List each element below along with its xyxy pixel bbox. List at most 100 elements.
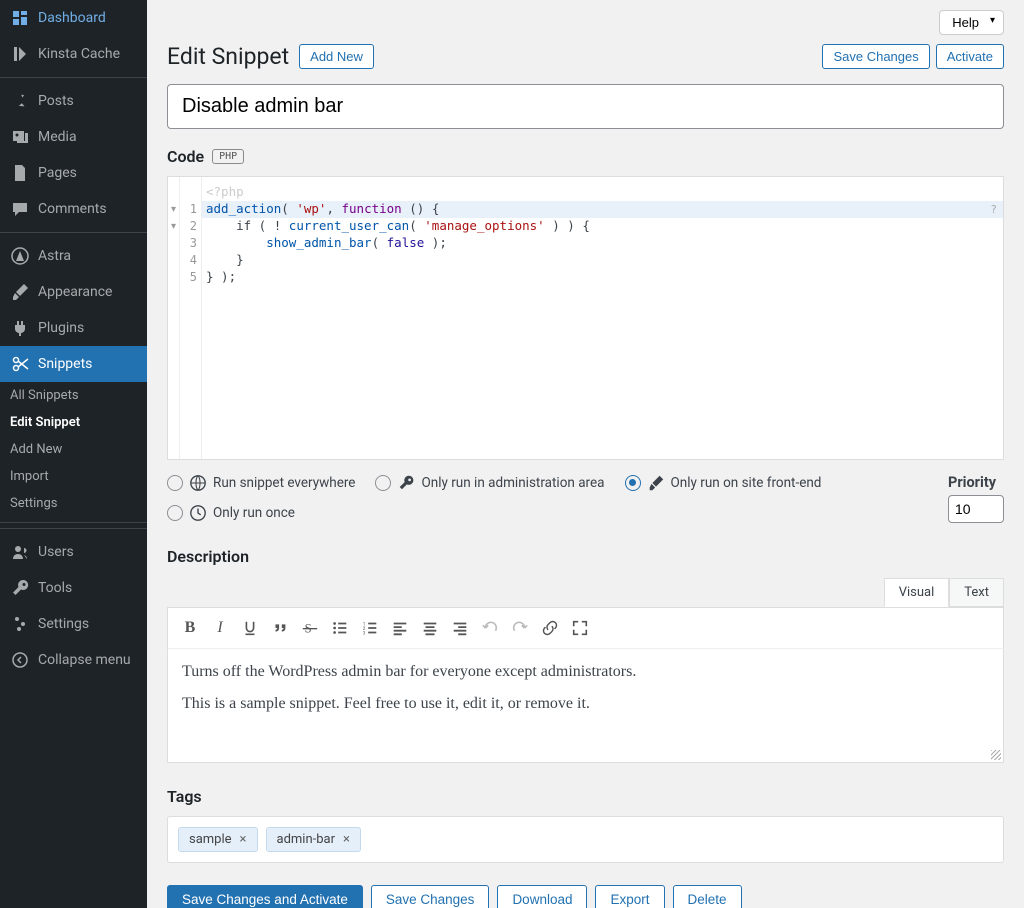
priority-label: Priority bbox=[948, 474, 1004, 491]
menu-item-collapse-menu[interactable]: Collapse menu bbox=[0, 642, 147, 678]
menu-label: Comments bbox=[38, 201, 107, 217]
submenu-item-settings[interactable]: Settings bbox=[0, 490, 147, 517]
scope-label: Only run once bbox=[213, 505, 295, 521]
menu-item-settings[interactable]: Settings bbox=[0, 606, 147, 642]
download-button[interactable]: Download bbox=[497, 885, 587, 908]
remove-tag-icon[interactable]: × bbox=[343, 832, 350, 847]
add-new-button[interactable]: Add New bbox=[299, 44, 374, 69]
priority-input[interactable] bbox=[948, 495, 1004, 523]
plugin-icon bbox=[10, 318, 30, 338]
menu-item-plugins[interactable]: Plugins bbox=[0, 310, 147, 346]
menu-item-media[interactable]: Media bbox=[0, 119, 147, 155]
menu-label: Users bbox=[38, 544, 74, 560]
scope-label: Only run on site front-end bbox=[671, 475, 822, 491]
save-changes-top-button[interactable]: Save Changes bbox=[822, 44, 929, 69]
collapse-icon bbox=[10, 650, 30, 670]
tags-container[interactable]: sample × admin-bar × bbox=[167, 816, 1004, 863]
submenu-item-add-new[interactable]: Add New bbox=[0, 436, 147, 463]
menu-item-dashboard[interactable]: Dashboard bbox=[0, 0, 147, 36]
code-body[interactable]: ? <?php add_action( 'wp', function () { … bbox=[202, 177, 1003, 459]
menu-label: Appearance bbox=[38, 284, 112, 300]
submenu-item-edit-snippet[interactable]: Edit Snippet bbox=[0, 409, 147, 436]
scope-option-only-run-once[interactable]: Only run once bbox=[167, 504, 295, 522]
help-button[interactable]: Help bbox=[939, 10, 1004, 35]
clock-icon bbox=[189, 504, 207, 522]
menu-label: Pages bbox=[38, 165, 77, 181]
menu-item-kinsta-cache[interactable]: Kinsta Cache bbox=[0, 36, 147, 72]
align-center-button[interactable] bbox=[416, 614, 444, 642]
code-section-heading: Code bbox=[167, 147, 204, 166]
menu-label: Collapse menu bbox=[38, 652, 131, 668]
submenu-item-import[interactable]: Import bbox=[0, 463, 147, 490]
code-line-gutter: 12345 bbox=[180, 177, 202, 459]
radio-icon bbox=[625, 475, 641, 491]
pushpin-icon bbox=[10, 91, 30, 111]
menu-label: Snippets bbox=[38, 356, 92, 372]
scope-label: Run snippet everywhere bbox=[213, 475, 355, 491]
page-icon bbox=[10, 163, 30, 183]
menu-label: Media bbox=[38, 129, 77, 145]
settings-icon bbox=[10, 614, 30, 634]
admin-sidebar: Dashboard Kinsta Cache Posts Media Pages Comm… bbox=[0, 0, 147, 908]
strikethrough-button[interactable] bbox=[296, 614, 324, 642]
blockquote-button[interactable] bbox=[266, 614, 294, 642]
comment-icon bbox=[10, 199, 30, 219]
tag-label: admin-bar bbox=[277, 832, 336, 847]
remove-tag-icon[interactable]: × bbox=[240, 832, 247, 847]
main-content: Help Edit Snippet Add New Save Changes A… bbox=[147, 0, 1024, 908]
menu-item-comments[interactable]: Comments bbox=[0, 191, 147, 227]
align-right-button[interactable] bbox=[446, 614, 474, 642]
tab-visual[interactable]: Visual bbox=[884, 578, 950, 607]
redo-button[interactable] bbox=[506, 614, 534, 642]
media-icon bbox=[10, 127, 30, 147]
menu-label: Tools bbox=[38, 580, 72, 596]
wrench-icon bbox=[397, 474, 415, 492]
globe-icon bbox=[189, 474, 207, 492]
delete-button[interactable]: Delete bbox=[673, 885, 742, 908]
menu-label: Plugins bbox=[38, 320, 84, 336]
menu-item-pages[interactable]: Pages bbox=[0, 155, 147, 191]
editor-toolbar: B I bbox=[167, 607, 1004, 649]
language-badge: PHP bbox=[212, 149, 244, 164]
align-left-button[interactable] bbox=[386, 614, 414, 642]
code-fold-gutter: ▾▾ bbox=[168, 177, 180, 459]
fullscreen-button[interactable] bbox=[566, 614, 594, 642]
brush-icon bbox=[647, 474, 665, 492]
scope-option-only-run-on-site-front-end[interactable]: Only run on site front-end bbox=[625, 474, 822, 492]
submenu-item-all-snippets[interactable]: All Snippets bbox=[0, 382, 147, 409]
undo-button[interactable] bbox=[476, 614, 504, 642]
page-title: Edit Snippet bbox=[167, 43, 289, 70]
tab-text[interactable]: Text bbox=[949, 578, 1004, 607]
numbered-list-button[interactable] bbox=[356, 614, 384, 642]
kinsta-icon bbox=[10, 44, 30, 64]
radio-icon bbox=[167, 475, 183, 491]
save-changes-button[interactable]: Save Changes bbox=[371, 885, 490, 908]
menu-item-astra[interactable]: Astra bbox=[0, 238, 147, 274]
export-button[interactable]: Export bbox=[595, 885, 664, 908]
code-editor[interactable]: ▾▾ 12345 ? <?php add_action( 'wp', funct… bbox=[167, 176, 1004, 460]
scope-option-only-run-in-administration-area[interactable]: Only run in administration area bbox=[375, 474, 604, 492]
menu-item-appearance[interactable]: Appearance bbox=[0, 274, 147, 310]
tag-label: sample bbox=[189, 832, 232, 847]
underline-button[interactable] bbox=[236, 614, 264, 642]
bullet-list-button[interactable] bbox=[326, 614, 354, 642]
italic-button[interactable]: I bbox=[206, 614, 234, 642]
scope-option-run-snippet-everywhere[interactable]: Run snippet everywhere bbox=[167, 474, 355, 492]
description-section-heading: Description bbox=[167, 547, 249, 566]
snippet-name-input[interactable] bbox=[167, 84, 1004, 129]
menu-item-snippets[interactable]: Snippets bbox=[0, 346, 147, 382]
menu-item-users[interactable]: Users bbox=[0, 534, 147, 570]
menu-label: Astra bbox=[38, 248, 71, 264]
scope-options: Run snippet everywhere Only run in admini… bbox=[167, 474, 930, 522]
description-editor[interactable]: Turns off the WordPress admin bar for ev… bbox=[167, 649, 1004, 763]
menu-item-posts[interactable]: Posts bbox=[0, 83, 147, 119]
radio-icon bbox=[167, 505, 183, 521]
users-icon bbox=[10, 542, 30, 562]
menu-item-tools[interactable]: Tools bbox=[0, 570, 147, 606]
activate-top-button[interactable]: Activate bbox=[936, 44, 1004, 69]
brush-icon bbox=[10, 282, 30, 302]
bold-button[interactable]: B bbox=[176, 614, 204, 642]
save-and-activate-button[interactable]: Save Changes and Activate bbox=[167, 885, 363, 908]
menu-label: Kinsta Cache bbox=[38, 46, 120, 62]
link-button[interactable] bbox=[536, 614, 564, 642]
